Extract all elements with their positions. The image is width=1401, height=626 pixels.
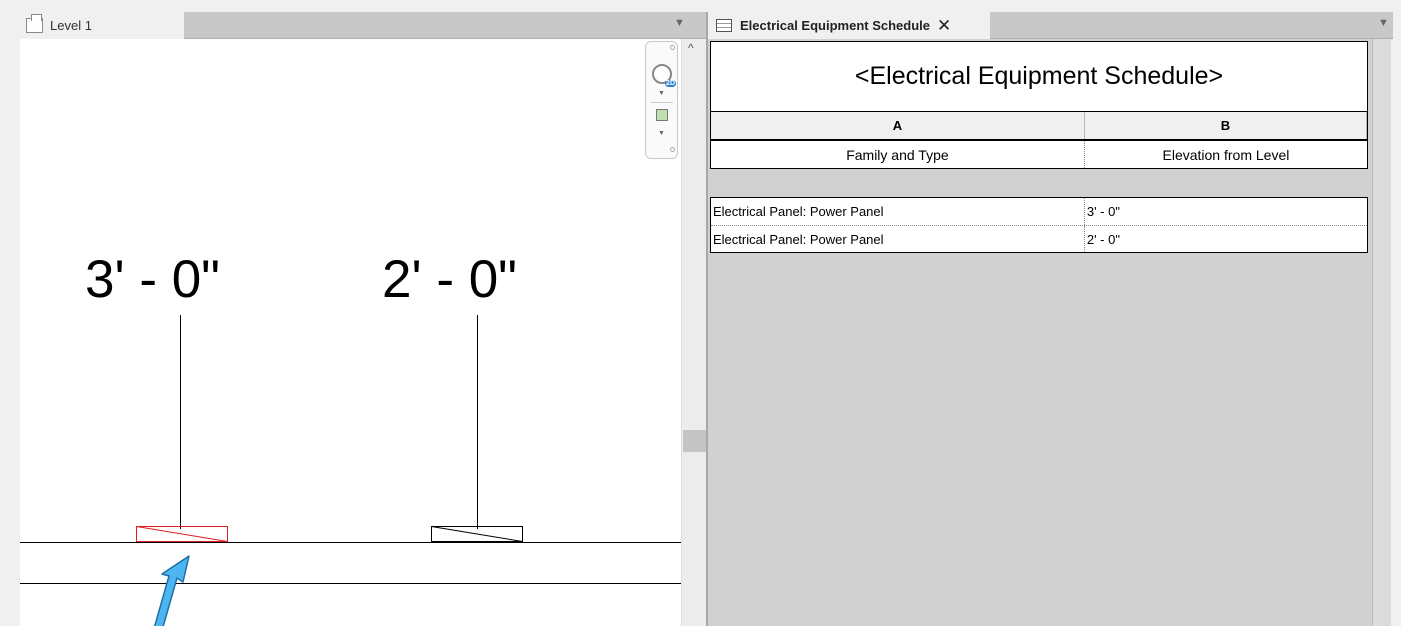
column-letter-b[interactable]: B [1085, 112, 1367, 139]
schedule-table: <Electrical Equipment Schedule> A B Fami… [710, 41, 1368, 253]
plan-view-tab-bar: Level 1 ▼ [20, 12, 706, 39]
menu-dropdown-icon[interactable]: ▼ [1378, 18, 1389, 29]
header-spacer [710, 169, 1368, 197]
column-header-row: Family and Type Elevation from Level [710, 141, 1368, 169]
nav-bar-divider [651, 102, 673, 103]
tab-level-1-label: Level 1 [50, 18, 92, 33]
tab-level-1[interactable]: Level 1 [20, 12, 184, 39]
column-header-family-and-type[interactable]: Family and Type [711, 141, 1085, 168]
schedule-title[interactable]: <Electrical Equipment Schedule> [710, 41, 1368, 112]
column-letter-row: A B [710, 112, 1368, 141]
callout-arrow-icon [153, 555, 190, 626]
vertical-scrollbar[interactable] [1372, 39, 1391, 626]
nav-wheel-dropdown-icon[interactable]: ▼ [658, 90, 665, 97]
wall-line-lower [20, 583, 681, 584]
leader-line-panel-1 [180, 315, 181, 529]
cell-elevation[interactable]: 2' - 0" [1085, 226, 1367, 252]
vertical-scrollbar[interactable]: ^ [681, 39, 706, 626]
zoom-dropdown-icon[interactable]: ▼ [658, 130, 665, 137]
cell-family-and-type[interactable]: Electrical Panel: Power Panel [711, 198, 1085, 225]
power-panel[interactable] [431, 526, 523, 542]
table-row[interactable]: Electrical Panel: Power Panel 3' - 0" [711, 198, 1367, 225]
table-row[interactable]: Electrical Panel: Power Panel 2' - 0" [711, 225, 1367, 252]
elevation-tag-panel-2[interactable]: 2' - 0" [382, 253, 517, 306]
2d-navigation-wheel-icon[interactable] [652, 64, 677, 87]
nav-bar-close-dot[interactable] [670, 45, 675, 50]
cell-family-and-type[interactable]: Electrical Panel: Power Panel [711, 226, 1085, 252]
elevation-tag-panel-1[interactable]: 3' - 0" [85, 253, 220, 306]
floor-plan-icon [26, 14, 43, 33]
schedule-view-pane: Electrical Equipment Schedule ✕ ▼ <Elect… [706, 12, 1393, 626]
scroll-up-arrow-icon[interactable]: ^ [688, 41, 694, 55]
tab-electrical-equipment-schedule[interactable]: Electrical Equipment Schedule ✕ [708, 12, 990, 39]
power-panel-selected[interactable] [136, 526, 228, 542]
plan-view-pane: Level 1 ▼ 3' - 0" 2' - 0" 2D ▼ ▼ ^ [20, 12, 706, 626]
close-tab-icon[interactable]: ✕ [937, 16, 951, 36]
navigation-bar[interactable]: ▼ ▼ [645, 41, 678, 159]
schedule-body: Electrical Panel: Power Panel 3' - 0" El… [710, 197, 1368, 253]
tab-schedule-label: Electrical Equipment Schedule [740, 18, 930, 33]
drawing-canvas[interactable]: 3' - 0" 2' - 0" ▼ [20, 39, 681, 626]
schedule-table-icon [716, 19, 732, 32]
wall-line-upper [20, 542, 681, 543]
menu-dropdown-icon[interactable]: ▼ [674, 18, 685, 29]
column-header-elevation[interactable]: Elevation from Level [1085, 141, 1367, 168]
scrollbar-thumb[interactable] [683, 430, 706, 452]
nav-bar-options-dot[interactable] [670, 147, 675, 152]
column-letter-a[interactable]: A [711, 112, 1085, 139]
schedule-tab-bar: Electrical Equipment Schedule ✕ ▼ [708, 12, 1393, 39]
leader-line-panel-2 [477, 315, 478, 529]
cell-elevation[interactable]: 3' - 0" [1085, 198, 1367, 225]
zoom-region-icon[interactable] [656, 109, 668, 121]
